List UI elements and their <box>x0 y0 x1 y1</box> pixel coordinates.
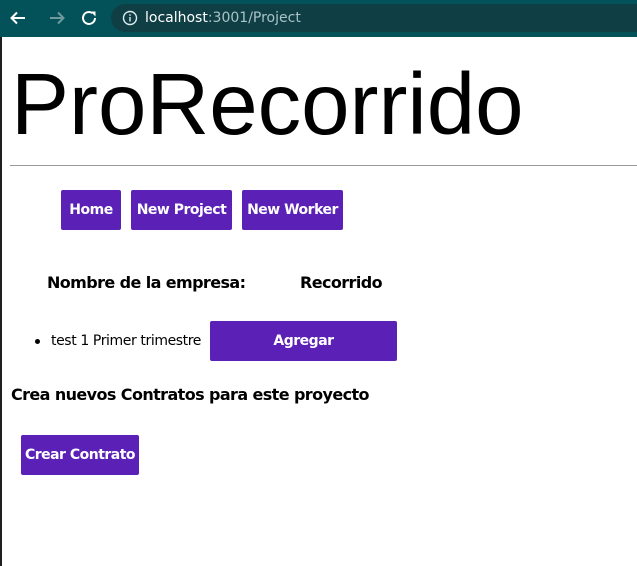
project-name: test 1 Primer trimestre <box>51 333 202 349</box>
page-content: ProRecorrido Home New Project New Worker… <box>2 37 637 566</box>
arrow-left-icon <box>10 11 25 25</box>
header-divider <box>10 165 637 166</box>
arrow-right-icon <box>50 11 65 25</box>
info-icon[interactable] <box>122 10 138 26</box>
reload-icon <box>82 10 96 25</box>
add-availability-button[interactable]: Agregar Disponibilidades <box>210 321 397 389</box>
browser-toolbar: localhost:3001/Project <box>0 0 637 37</box>
project-list: test 1 Primer trimestre <box>2 331 201 351</box>
site-title: ProRecorrido <box>11 56 524 153</box>
company-name-header: Nombre de la empresa: <box>47 273 246 292</box>
route-header: Recorrido <box>300 273 383 292</box>
list-item: test 1 Primer trimestre <box>2 331 201 351</box>
url-text[interactable]: localhost:3001/Project <box>145 10 301 26</box>
forward-button[interactable] <box>46 7 68 29</box>
url-host: localhost <box>145 10 208 26</box>
reload-button[interactable] <box>78 7 100 29</box>
back-button[interactable] <box>7 7 29 29</box>
home-button[interactable]: Home <box>61 190 121 230</box>
contracts-heading: Crea nuevos Contratos para este proyecto <box>11 385 370 404</box>
url-path: :3001/Project <box>207 10 301 26</box>
address-bar[interactable]: localhost:3001/Project <box>111 4 637 32</box>
create-contract-button[interactable]: Crear Contrato <box>21 435 139 475</box>
bullet <box>35 339 40 344</box>
new-worker-button[interactable]: New Worker <box>242 190 343 230</box>
new-project-button[interactable]: New Project <box>131 190 232 230</box>
